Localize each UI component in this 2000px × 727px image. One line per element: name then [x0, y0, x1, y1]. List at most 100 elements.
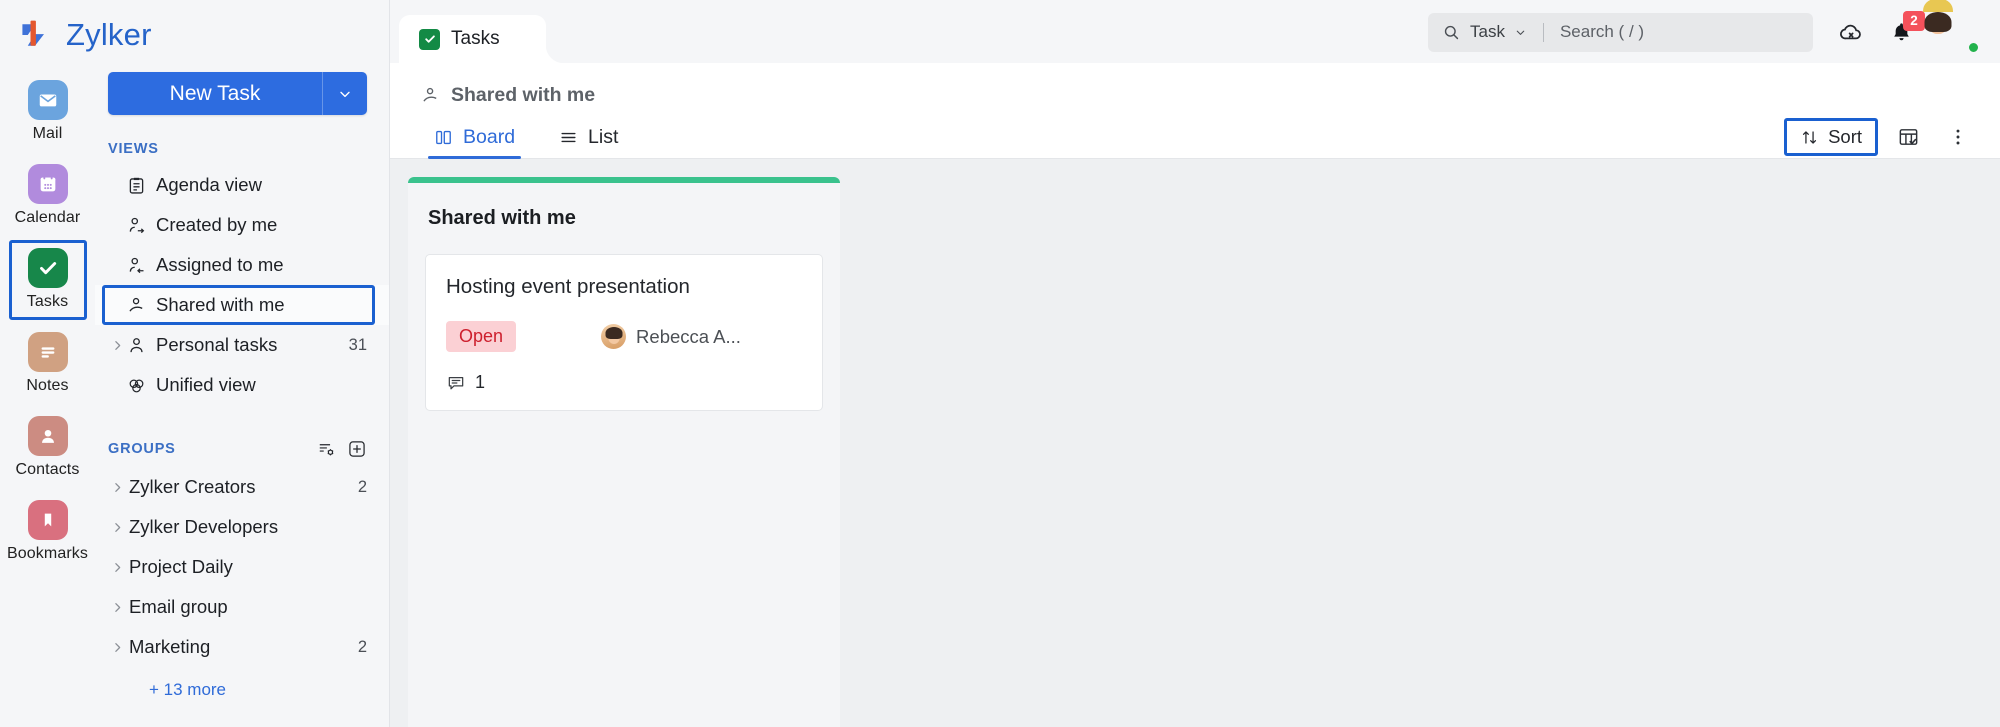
rail-label-tasks: Tasks — [27, 293, 68, 311]
chevron-right-icon[interactable] — [108, 601, 126, 614]
sidebar-group-zylker-developers[interactable]: Zylker Developers — [95, 507, 389, 547]
app-root: Mail Calendar Tasks Notes Contacts — [0, 0, 2000, 727]
sidebar-item-assigned-to-me[interactable]: Assigned to me — [95, 245, 389, 285]
board-icon — [434, 128, 453, 147]
assigned-to-icon — [126, 255, 156, 276]
sidebar-group-project-daily[interactable]: Project Daily — [95, 547, 389, 587]
chevron-right-icon[interactable] — [108, 481, 126, 494]
rail-item-contacts[interactable]: Contacts — [5, 408, 91, 488]
sidebar-group-label: Email group — [126, 596, 367, 618]
tab-board[interactable]: Board — [428, 116, 521, 159]
task-card-footer: 1 — [446, 372, 802, 393]
rail-label-notes: Notes — [26, 377, 68, 395]
mail-icon — [28, 80, 68, 120]
search-divider — [1543, 23, 1544, 42]
person-icon — [126, 335, 156, 356]
sidebar-label-created-by-me: Created by me — [156, 214, 367, 236]
avatar[interactable] — [1938, 12, 1978, 52]
sidebar-group-count: 2 — [358, 478, 367, 497]
tab-tasks[interactable]: Tasks — [399, 15, 546, 63]
search-placeholder: Search ( / ) — [1560, 22, 1644, 42]
rail-label-contacts: Contacts — [16, 461, 80, 479]
sidebar-item-personal-tasks[interactable]: Personal tasks 31 — [95, 325, 389, 365]
bell-icon[interactable]: 2 — [1889, 20, 1914, 45]
rail-label-bookmarks: Bookmarks — [7, 545, 88, 563]
app-rail: Mail Calendar Tasks Notes Contacts — [0, 0, 95, 727]
brand[interactable]: Zylker — [17, 12, 152, 58]
cloud-offline-icon[interactable] — [1837, 18, 1865, 46]
column-settings-icon[interactable] — [1888, 118, 1928, 156]
new-task-button[interactable]: New Task — [108, 72, 322, 115]
board-column: Shared with me Hosting event presentatio… — [408, 177, 840, 727]
shared-with-icon — [126, 295, 156, 316]
search-icon — [1442, 23, 1461, 42]
sidebar-group-label: Zylker Developers — [126, 516, 367, 538]
new-task-button-group[interactable]: New Task — [108, 72, 367, 115]
sort-button-label: Sort — [1828, 126, 1862, 148]
views-section-header: VIEWS — [95, 141, 389, 157]
rail-item-bookmarks[interactable]: Bookmarks — [5, 492, 91, 572]
sidebar-group-email-group[interactable]: Email group — [95, 587, 389, 627]
board-column-title: Shared with me — [408, 183, 840, 230]
new-task-dropdown-button[interactable] — [322, 72, 367, 115]
check-icon — [28, 248, 68, 288]
search-input[interactable]: Task Search ( / ) — [1428, 13, 1813, 52]
sidebar-group-marketing[interactable]: Marketing 2 — [95, 627, 389, 667]
tasks-check-icon — [419, 29, 440, 50]
status-badge[interactable]: Open — [446, 321, 516, 352]
tab-label-board: Board — [463, 126, 515, 149]
sidebar-item-shared-with-me[interactable]: Shared with me — [95, 285, 389, 325]
sidebar-group-zylker-creators[interactable]: Zylker Creators 2 — [95, 467, 389, 507]
show-more-groups-link[interactable]: + 13 more — [95, 680, 389, 700]
tab-list[interactable]: List — [553, 116, 624, 159]
chevron-right-icon[interactable] — [108, 641, 126, 654]
notification-badge: 2 — [1903, 11, 1925, 31]
task-card-title: Hosting event presentation — [446, 275, 802, 299]
sidebar-item-agenda-view[interactable]: Agenda view — [95, 165, 389, 205]
task-assignee[interactable]: Rebecca A... — [601, 324, 741, 349]
list-icon — [559, 128, 578, 147]
comment-icon — [446, 373, 466, 393]
sidebar-group-label: Marketing — [126, 636, 358, 658]
more-vertical-icon[interactable] — [1938, 118, 1978, 156]
view-toolbar-actions: Sort — [1784, 118, 1978, 156]
task-card[interactable]: Hosting event presentation Open Rebecca … — [425, 254, 823, 411]
rail-item-tasks[interactable]: Tasks — [5, 240, 91, 320]
rail-item-notes[interactable]: Notes — [5, 324, 91, 404]
chevron-right-icon[interactable] — [108, 521, 126, 534]
created-by-icon — [126, 215, 156, 236]
views-header-label: VIEWS — [108, 141, 159, 157]
rail-item-mail[interactable]: Mail — [5, 72, 91, 152]
sidebar-item-created-by-me[interactable]: Created by me — [95, 205, 389, 245]
sidebar-group-count: 2 — [358, 638, 367, 657]
sort-button[interactable]: Sort — [1784, 118, 1878, 156]
avatar — [601, 324, 626, 349]
breadcrumb: Shared with me — [390, 63, 2000, 107]
chevron-down-icon[interactable] — [1514, 26, 1527, 39]
shared-with-icon — [420, 85, 441, 106]
manage-groups-icon[interactable] — [317, 440, 336, 459]
sidebar-count-personal-tasks: 31 — [349, 336, 367, 355]
sidebar-label-unified-view: Unified view — [156, 374, 367, 396]
view-toolbar: Board List Sort — [390, 107, 2000, 159]
rail-label-mail: Mail — [33, 125, 63, 143]
task-comment-count: 1 — [475, 372, 485, 393]
notes-icon — [28, 332, 68, 372]
rail-label-calendar: Calendar — [15, 209, 81, 227]
groups-section-header: GROUPS — [95, 439, 389, 459]
add-group-icon[interactable] — [347, 439, 367, 459]
chevron-right-icon[interactable] — [108, 561, 126, 574]
tab-label-tasks: Tasks — [451, 28, 500, 50]
page-title: Shared with me — [451, 84, 595, 107]
search-scope-label[interactable]: Task — [1470, 22, 1505, 42]
rail-item-calendar[interactable]: Calendar — [5, 156, 91, 236]
sidebar-label-personal-tasks: Personal tasks — [156, 334, 349, 356]
top-bar-actions: Task Search ( / ) 2 — [1428, 12, 2000, 63]
status-badge — [1967, 41, 1980, 54]
sort-arrows-icon — [1800, 128, 1819, 147]
chevron-right-icon[interactable] — [108, 339, 126, 352]
brand-name: Zylker — [66, 17, 152, 53]
tab-label-list: List — [588, 126, 618, 149]
app-tab-strip: Tasks — [390, 15, 546, 63]
sidebar-item-unified-view[interactable]: Unified view — [95, 365, 389, 405]
